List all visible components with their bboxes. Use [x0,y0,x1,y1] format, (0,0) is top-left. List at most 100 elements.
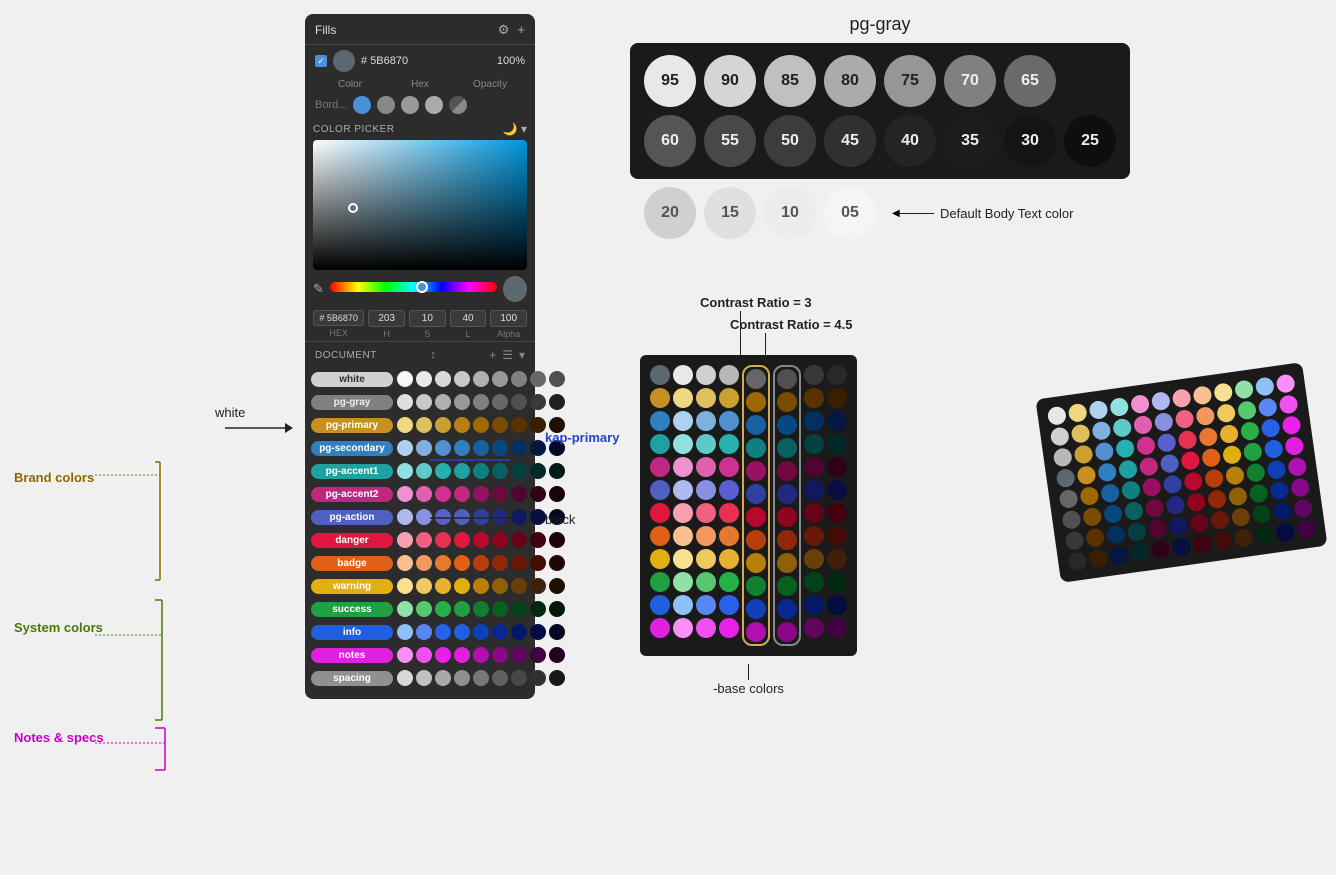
color-picker-label: COLOR PICKER [313,124,395,135]
gray-circle-50: 50 [764,115,816,167]
color-dot-notes-6 [511,647,527,663]
contrast-dot-3-9 [719,572,739,592]
gray-circle-45: 45 [824,115,876,167]
s-input[interactable] [409,310,446,327]
matrix-dot-0-6 [1172,388,1192,408]
hue-slider[interactable] [330,282,497,292]
l-label: L [466,329,471,339]
matrix-dot-6-9 [1251,504,1271,524]
matrix-dot-1-11 [1278,394,1298,414]
contrast-dot-2-9 [696,572,716,592]
matrix-dot-2-10 [1261,418,1281,438]
color-row-label-pg-accent2: pg-accent2 [311,487,393,502]
contrast-dot-2-5 [696,480,716,500]
matrix-dot-5-6 [1186,492,1206,512]
alpha-input[interactable] [490,310,527,327]
color-row-badge: badge [311,552,529,574]
doc-section-icons: + ☰ ▾ [489,348,525,362]
matrix-dot-1-10 [1258,397,1278,417]
hsla-inputs: HEX H S L Alpha [313,306,527,341]
color-dot-pg-action-7 [530,509,546,525]
color-dot-pg-action-1 [416,509,432,525]
contrast-dot-6-5 [804,480,824,500]
h-input-group: H [368,310,405,339]
contrast-dot-7-2 [827,411,847,431]
doc-menu-icon[interactable]: ☰ [502,348,513,362]
color-dots-pg-gray [397,394,565,410]
color-dot-danger-7 [530,532,546,548]
base-colors-annotation: -base colors [640,664,857,698]
gear-icon[interactable]: ⚙ [498,22,510,38]
contrast-dot-2-2 [696,411,716,431]
doc-add-icon[interactable]: + [489,348,496,362]
fill-checkbox[interactable]: ✓ [315,55,327,67]
color-dot-danger-3 [454,532,470,548]
matrix-dot-1-9 [1237,400,1257,420]
matrix-dot-7-11 [1296,519,1316,539]
color-picker-toggle[interactable]: 🌙 ▾ [503,122,527,136]
color-picker-canvas[interactable] [313,140,527,270]
contrast-dot-3-11 [719,618,739,638]
gray-circle-85: 85 [764,55,816,107]
color-dot-pg-accent1-4 [473,463,489,479]
color-dot-white-8 [549,371,565,387]
color-dot-success-0 [397,601,413,617]
contrast-dot-0-1 [650,388,670,408]
contrast-dot-6-7 [804,526,824,546]
color-dot-spacing-8 [549,670,565,686]
contrast-dot-2-4 [696,457,716,477]
contrast-col-5 [773,365,801,646]
hex-input[interactable] [313,310,364,326]
contrast-dot-6-8 [804,549,824,569]
contrast-col-7 [827,365,847,646]
color-dots-notes [397,647,565,663]
matrix-dot-0-11 [1275,373,1295,393]
color-dot-white-5 [492,371,508,387]
contrast-dot-0-6 [650,503,670,523]
contrast-dot-5-0 [777,369,797,389]
color-dot-warning-6 [511,578,527,594]
color-dot-pg-action-5 [492,509,508,525]
color-dots-pg-action [397,509,565,525]
add-icon[interactable]: + [517,22,525,38]
contrast-dot-6-1 [804,388,824,408]
matrix-dot-1-6 [1174,409,1194,429]
contrast-dot-5-8 [777,553,797,573]
color-dot-success-4 [473,601,489,617]
color-dot-danger-0 [397,532,413,548]
doc-chevron-icon[interactable]: ▾ [519,348,525,362]
contrast-dot-0-7 [650,526,670,546]
color-dot-info-6 [511,624,527,640]
contrast-dot-7-6 [827,503,847,523]
l-input[interactable] [450,310,487,327]
matrix-dot-5-1 [1082,507,1102,527]
contrast-dot-3-10 [719,595,739,615]
color-dots-pg-accent1 [397,463,565,479]
color-dot-pg-action-6 [511,509,527,525]
matrix-dot-4-8 [1225,465,1245,485]
fill-color-swatch[interactable] [333,50,355,72]
color-dot-pg-primary-5 [492,417,508,433]
color-matrix [1035,362,1327,583]
contrast-dot-2-6 [696,503,716,523]
contrast-dot-3-2 [719,411,739,431]
color-dot-pg-gray-8 [549,394,565,410]
color-row-warning: warning [311,575,529,597]
color-dot-pg-secondary-6 [511,440,527,456]
gray-circle-05: 05 [824,187,876,239]
h-input[interactable] [368,310,405,327]
color-dot-spacing-7 [530,670,546,686]
gray-circle-70: 70 [944,55,996,107]
color-dot-badge-6 [511,555,527,571]
picker-dot[interactable] [348,203,358,213]
matrix-dot-6-6 [1189,513,1209,533]
contrast-dot-3-5 [719,480,739,500]
color-row-label-badge: badge [311,556,393,571]
color-row-label-warning: warning [311,579,393,594]
color-row-label-notes: notes [311,648,393,663]
h-label: H [383,329,390,339]
eyedropper-icon[interactable]: ✎ [313,281,324,297]
contrast-dot-6-2 [804,411,824,431]
matrix-dot-2-6 [1177,430,1197,450]
contrast-grid [640,355,857,656]
